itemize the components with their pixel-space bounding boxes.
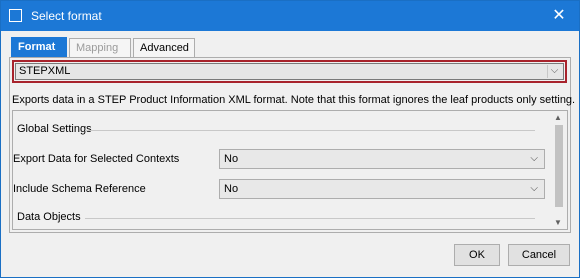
export-contexts-value: No [224,153,239,165]
format-select-value: STEPXML [19,65,71,77]
chevron-down-icon[interactable]: ⌵ [547,65,561,78]
scroll-down-icon[interactable]: ▼ [554,218,562,227]
format-description: Exports data in a STEP Product Informati… [12,94,576,106]
schema-reference-value: No [224,183,239,195]
vertical-scrollbar[interactable]: ▲ ▼ [551,111,567,229]
scroll-thumb[interactable] [555,125,563,207]
dialog-window: Select format ✕ Format Mapping Advanced … [0,0,580,278]
tab-advanced[interactable]: Advanced [133,38,195,57]
window-title: Select format [31,9,102,23]
settings-list: Global Settings Export Data for Selected… [12,110,568,230]
schema-reference-dropdown[interactable]: No ⌵ [219,179,545,199]
scroll-up-icon[interactable]: ▲ [554,113,562,122]
ok-button[interactable]: OK [454,244,500,266]
export-contexts-dropdown[interactable]: No ⌵ [219,149,545,169]
window-icon [9,9,22,22]
title-bar: Select format ✕ [1,1,579,31]
schema-reference-label: Include Schema Reference [13,183,146,195]
format-select[interactable]: STEPXML ⌵ [15,63,564,80]
global-settings-heading: Global Settings [17,123,92,135]
format-panel: STEPXML ⌵ Exports data in a STEP Product… [9,57,575,233]
cancel-button[interactable]: Cancel [508,244,570,266]
export-contexts-label: Export Data for Selected Contexts [13,153,180,165]
chevron-down-icon: ⌵ [530,153,538,164]
section-divider [85,218,535,219]
data-objects-heading: Data Objects [17,211,81,223]
chevron-down-icon: ⌵ [530,183,538,194]
tab-format[interactable]: Format [11,37,67,58]
close-button[interactable]: ✕ [543,4,575,28]
section-divider [85,130,535,131]
format-select-highlight: STEPXML ⌵ [12,60,567,83]
tab-mapping[interactable]: Mapping [69,38,131,57]
